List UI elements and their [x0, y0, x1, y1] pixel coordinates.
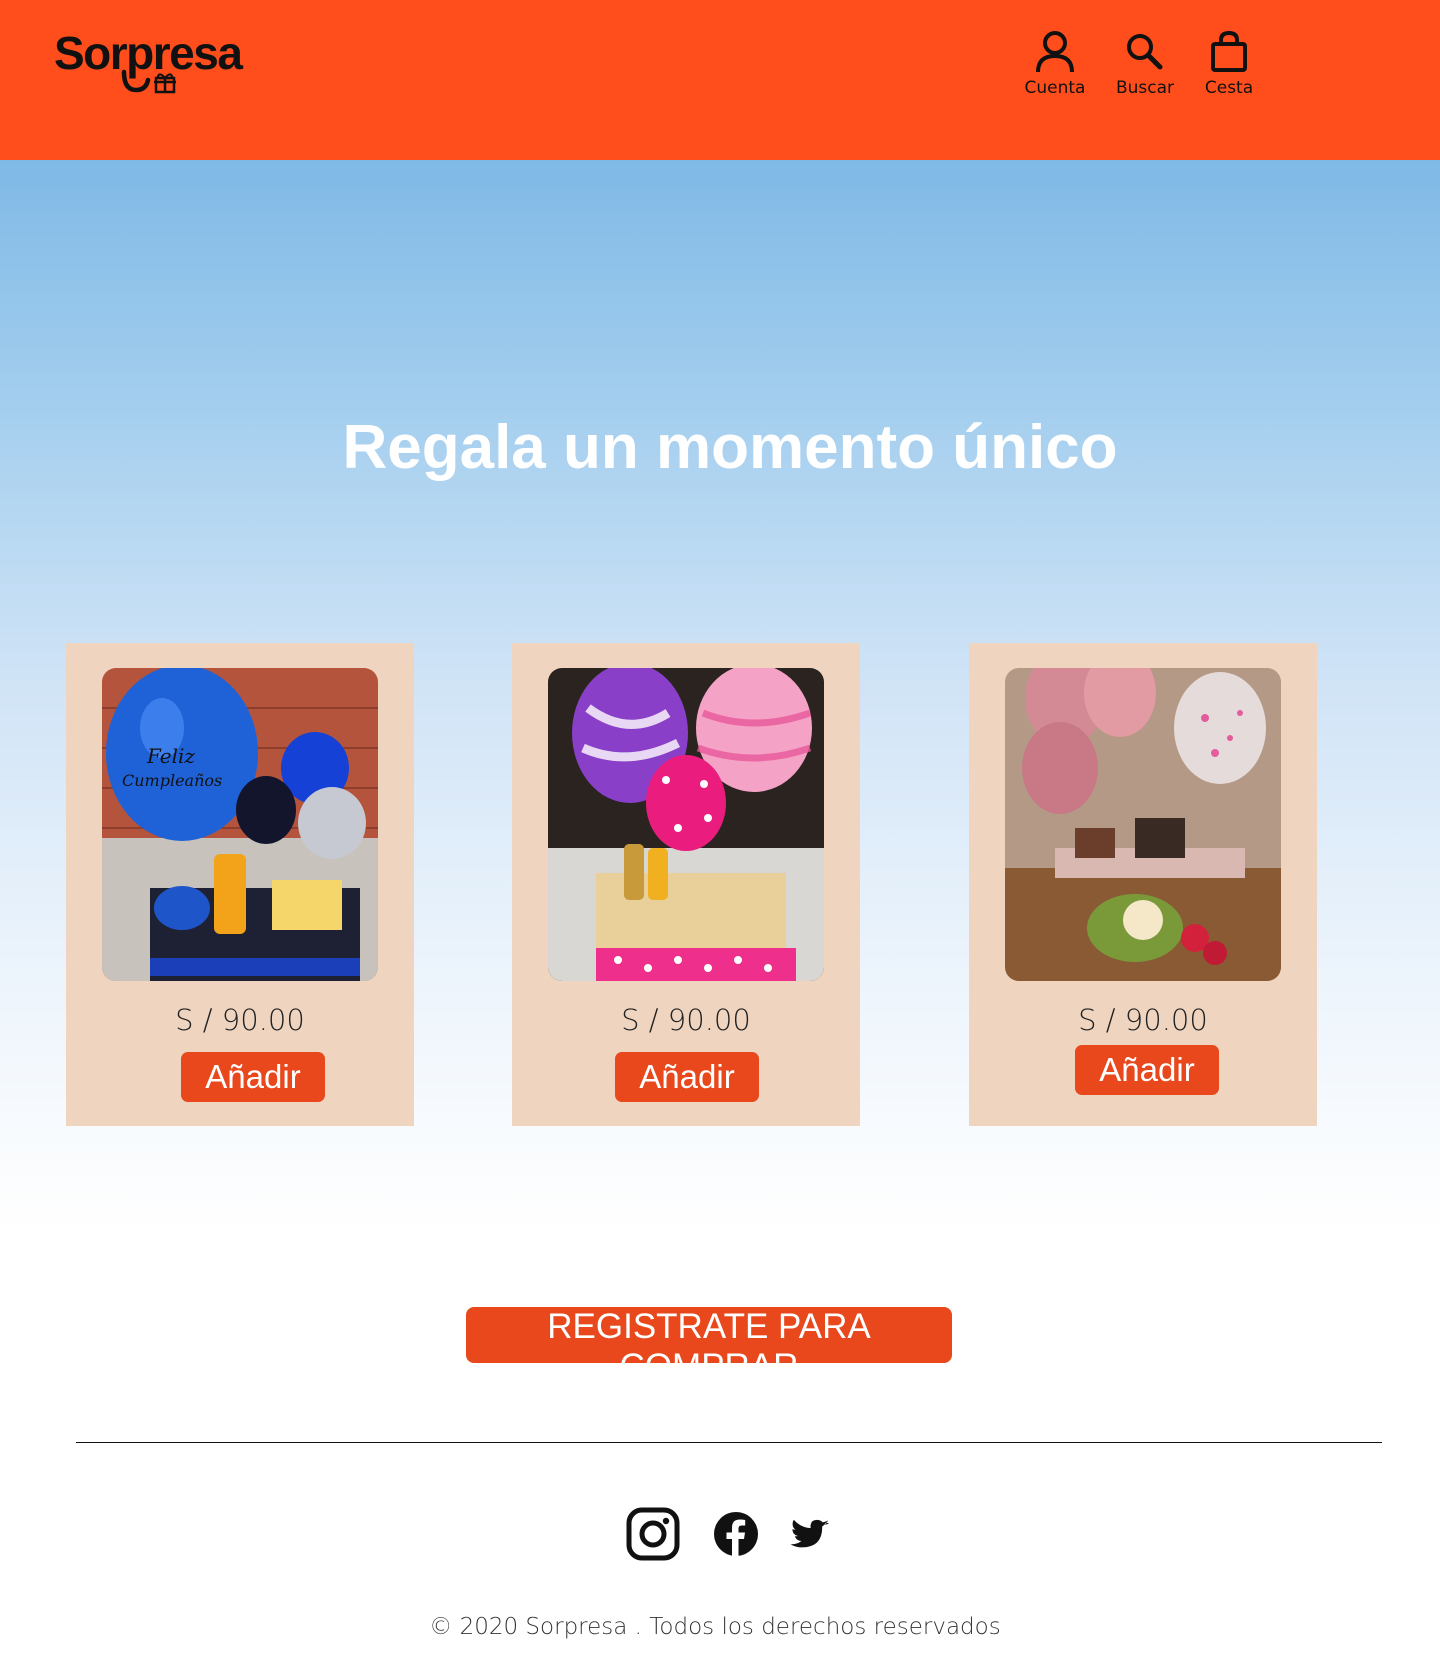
register-to-buy-button[interactable]: REGISTRATE PARA COMPRAR: [466, 1307, 952, 1386]
product-image[interactable]: [548, 668, 824, 981]
add-to-cart-button[interactable]: Añadir: [615, 1052, 759, 1102]
nav-cart[interactable]: Cesta: [1184, 30, 1274, 110]
pink-balloon-tray-image: [548, 668, 824, 981]
twitter-icon: [790, 1519, 829, 1548]
smile-gift-icon: [121, 69, 176, 94]
site-header: Sorpresa Cuenta Buscar Cesta: [0, 0, 1440, 160]
facebook-link[interactable]: [713, 1511, 759, 1562]
blue-balloon-basket-image: Feliz Cumpleaños: [102, 668, 378, 981]
search-icon: [1127, 34, 1163, 70]
add-to-cart-button[interactable]: Añadir: [181, 1052, 325, 1102]
product-card: S / 90.00 Añadir: [512, 643, 860, 1126]
nav-search[interactable]: Buscar: [1100, 30, 1190, 110]
copyright-text: © 2020 Sorpresa . Todos los derechos res…: [429, 1614, 1001, 1640]
user-icon: [1036, 31, 1074, 73]
svg-text:Feliz: Feliz: [146, 744, 195, 768]
product-card: S / 90.00 Añadir: [969, 643, 1317, 1126]
product-price: S / 90.00: [175, 1003, 305, 1037]
sorpresa-logo[interactable]: Sorpresa: [54, 30, 254, 110]
nav-search-label: Buscar: [1115, 78, 1175, 98]
shopping-bag-icon: [1211, 30, 1247, 72]
product-image[interactable]: Feliz Cumpleaños: [102, 668, 378, 981]
product-price: S / 90.00: [1078, 1003, 1208, 1037]
rose-gold-gift-image: [1005, 668, 1281, 981]
product-price: S / 90.00: [621, 1003, 751, 1037]
instagram-icon: [626, 1507, 680, 1561]
footer-divider: [76, 1442, 1382, 1443]
product-image[interactable]: [1005, 668, 1281, 981]
hero-title: Regala un momento único: [342, 413, 1118, 482]
instagram-link[interactable]: [626, 1507, 680, 1566]
facebook-icon: [714, 1512, 758, 1557]
twitter-link[interactable]: [788, 1515, 834, 1558]
add-to-cart-button[interactable]: Añadir: [1075, 1045, 1219, 1095]
svg-text:Cumpleaños: Cumpleaños: [122, 771, 222, 790]
nav-cart-label: Cesta: [1204, 78, 1254, 98]
nav-account[interactable]: Cuenta: [1010, 30, 1100, 110]
product-card: Feliz Cumpleaños S / 90.00 Añadir: [66, 643, 414, 1126]
nav-account-label: Cuenta: [1024, 78, 1086, 98]
